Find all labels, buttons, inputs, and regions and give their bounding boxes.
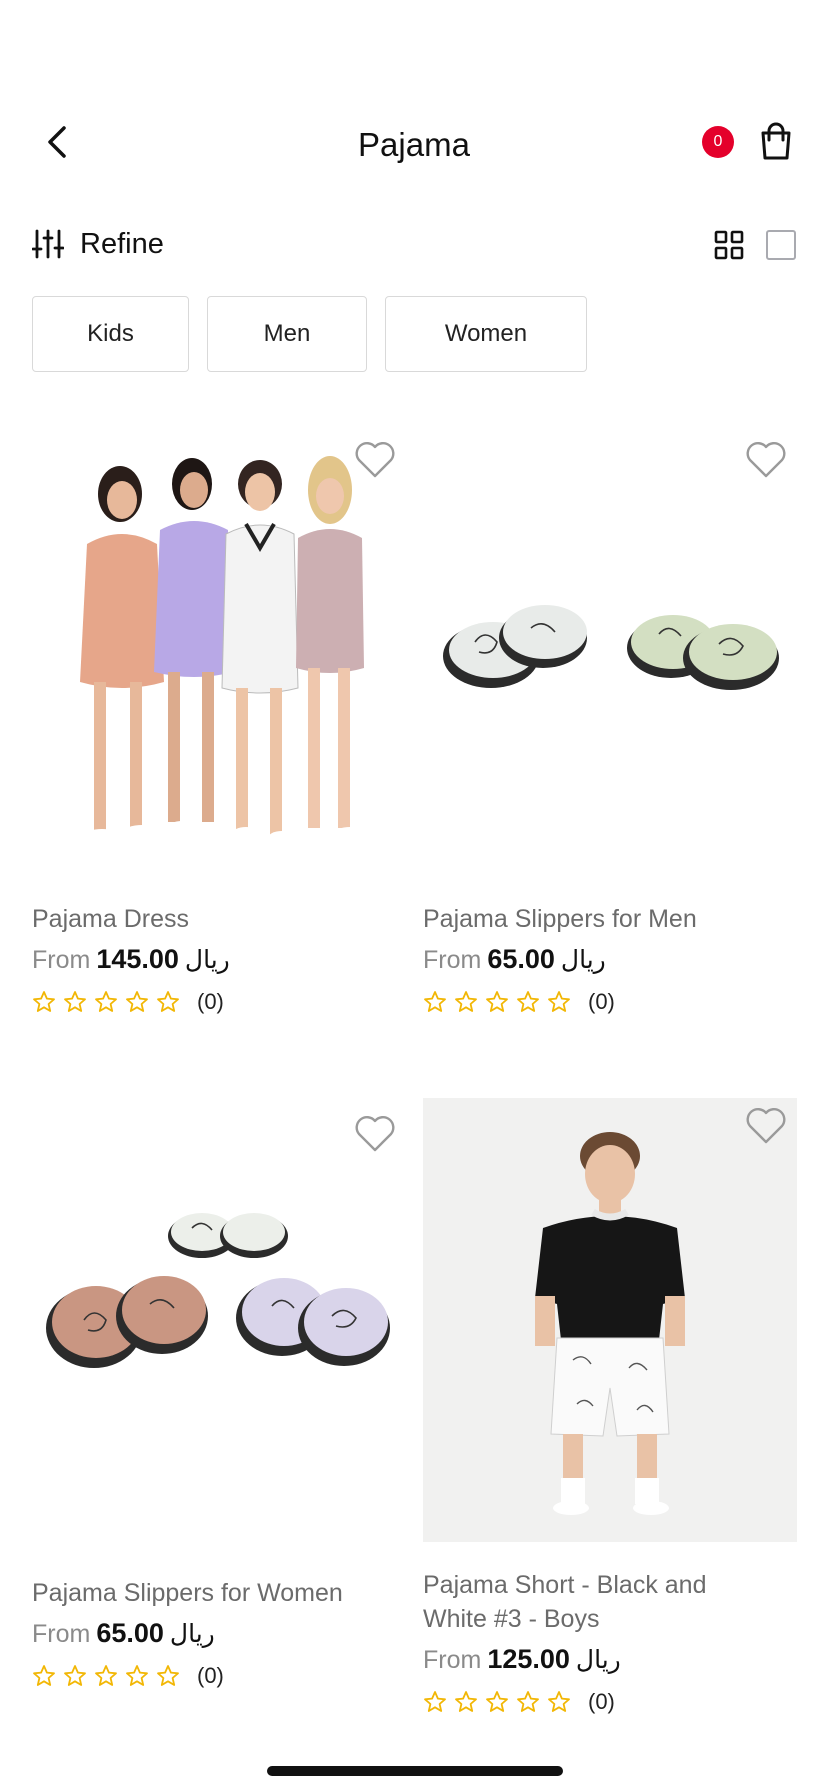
star-outline-icon xyxy=(126,991,148,1012)
star-outline-icon xyxy=(157,991,179,1012)
star-outline-icon xyxy=(424,991,446,1012)
product-name[interactable]: Pajama Slippers for Men xyxy=(423,902,797,936)
wishlist-heart-icon[interactable] xyxy=(352,436,398,482)
review-count: (0) xyxy=(197,1663,224,1688)
price-from-label: From xyxy=(32,1620,91,1648)
men-slippers-photo xyxy=(423,432,797,876)
pajama-dress-photo xyxy=(32,432,406,876)
cart-button[interactable]: 0 xyxy=(702,120,798,168)
price-value: 145.00 xyxy=(96,944,179,974)
refine-button[interactable]: Refine xyxy=(32,222,164,266)
women-slippers-photo xyxy=(32,1106,406,1550)
product-card[interactable]: Pajama Slippers for Men From 65.00 ريال … xyxy=(423,432,797,1015)
price-value: 65.00 xyxy=(487,944,555,974)
shopping-bag-icon[interactable] xyxy=(754,120,798,164)
currency-label: ريال xyxy=(560,946,606,974)
sliders-icon xyxy=(32,229,64,259)
price-from-label: From xyxy=(423,946,482,974)
rating-row: (0) xyxy=(423,989,797,1015)
product-image[interactable] xyxy=(32,432,406,876)
wishlist-heart-icon[interactable] xyxy=(743,1102,789,1148)
product-image[interactable] xyxy=(423,1098,797,1542)
star-outline-icon xyxy=(455,991,477,1012)
product-name[interactable]: Pajama Dress xyxy=(32,902,406,936)
price-row: From 145.00 ريال xyxy=(32,944,406,975)
price-value: 65.00 xyxy=(96,1618,164,1648)
star-outline-icon xyxy=(517,1691,539,1712)
price-row: From 125.00 ريال xyxy=(423,1644,797,1675)
currency-label: ريال xyxy=(575,1646,621,1674)
product-name[interactable]: Pajama Short - Black and White #3 - Boys xyxy=(423,1568,753,1636)
star-outline-icon xyxy=(548,1691,570,1712)
rating-row: (0) xyxy=(423,1689,797,1715)
star-outline-icon xyxy=(486,1691,508,1712)
currency-label: ريال xyxy=(184,946,230,974)
product-image[interactable] xyxy=(32,1106,406,1550)
star-outline-icon xyxy=(548,991,570,1012)
star-outline-icon xyxy=(64,991,86,1012)
rating-row: (0) xyxy=(32,1663,406,1689)
single-view-icon[interactable] xyxy=(766,230,796,260)
star-outline-icon xyxy=(157,1665,179,1686)
review-count: (0) xyxy=(588,1689,615,1714)
star-outline-icon xyxy=(455,1691,477,1712)
product-card[interactable]: Pajama Short - Black and White #3 - Boys… xyxy=(423,1098,797,1715)
boys-pajama-short-photo xyxy=(423,1098,797,1542)
chip-kids[interactable]: Kids xyxy=(32,296,189,372)
review-count: (0) xyxy=(197,989,224,1014)
star-outline-icon xyxy=(64,1665,86,1686)
product-card[interactable]: Pajama Slippers for Women From 65.00 ريا… xyxy=(32,1106,406,1689)
star-outline-icon xyxy=(33,1665,55,1686)
price-from-label: From xyxy=(32,946,91,974)
app-header: Pajama 0 xyxy=(0,108,828,180)
price-row: From 65.00 ريال xyxy=(423,944,797,975)
toolbar: Refine xyxy=(32,222,796,266)
wishlist-heart-icon[interactable] xyxy=(743,436,789,482)
chip-men[interactable]: Men xyxy=(207,296,367,372)
refine-label: Refine xyxy=(80,227,164,260)
star-outline-icon xyxy=(95,1665,117,1686)
star-outline-icon xyxy=(424,1691,446,1712)
star-outline-icon xyxy=(33,991,55,1012)
star-outline-icon xyxy=(126,1665,148,1686)
home-indicator[interactable] xyxy=(267,1766,563,1776)
grid-view-icon[interactable] xyxy=(714,230,744,260)
category-chips: Kids Men Women xyxy=(32,296,587,372)
product-image[interactable] xyxy=(423,432,797,876)
product-name[interactable]: Pajama Slippers for Women xyxy=(32,1576,406,1610)
price-from-label: From xyxy=(423,1646,482,1674)
rating-row: (0) xyxy=(32,989,406,1015)
cart-count-badge: 0 xyxy=(702,126,734,158)
chip-women[interactable]: Women xyxy=(385,296,587,372)
star-outline-icon xyxy=(486,991,508,1012)
star-outline-icon xyxy=(517,991,539,1012)
currency-label: ريال xyxy=(169,1620,215,1648)
price-value: 125.00 xyxy=(487,1644,570,1674)
wishlist-heart-icon[interactable] xyxy=(352,1110,398,1156)
star-outline-icon xyxy=(95,991,117,1012)
price-row: From 65.00 ريال xyxy=(32,1618,406,1649)
product-card[interactable]: Pajama Dress From 145.00 ريال (0) xyxy=(32,432,406,1015)
review-count: (0) xyxy=(588,989,615,1014)
